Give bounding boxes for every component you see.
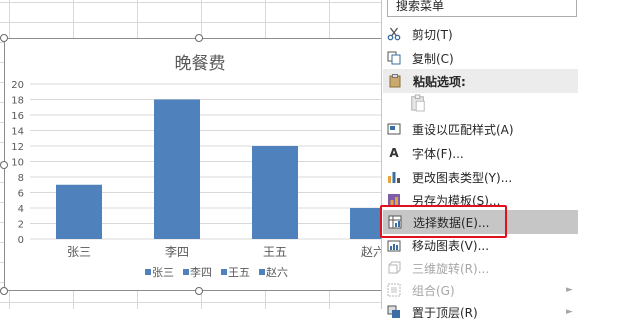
- resize-handle-left[interactable]: [0, 161, 8, 169]
- legend-label: 李四: [190, 265, 212, 279]
- paste-option-keep[interactable]: [382, 89, 579, 117]
- y-tick-label: 4: [18, 204, 24, 215]
- y-tick-label: 16: [11, 111, 24, 122]
- menu-item-label: 重设以匹配样式(A): [412, 122, 514, 137]
- y-tick-label: 2: [18, 220, 24, 231]
- bring-front-icon: [386, 304, 402, 320]
- y-tick-label: 14: [11, 127, 24, 138]
- context-menu: 搜索菜单 剪切(T) 复制(C) 粘贴选项: 重设以匹配样式(A) A 字体(F…: [381, 0, 620, 320]
- menu-item-font[interactable]: A 字体(F)...: [382, 141, 579, 165]
- menu-item-label: 三维旋转(R)...: [412, 261, 490, 276]
- y-tick-label: 20: [11, 80, 24, 91]
- resize-handle-top-left[interactable]: [0, 34, 8, 42]
- menu-item-copy[interactable]: 复制(C): [382, 46, 579, 70]
- y-tick-label: 10: [11, 158, 24, 169]
- legend-label: 王五: [228, 266, 250, 279]
- menu-item-label: 复制(C): [412, 51, 454, 66]
- y-tick-label: 8: [18, 173, 24, 184]
- bar: [56, 184, 102, 239]
- legend-swatch: [183, 269, 189, 275]
- legend-swatch: [259, 269, 265, 275]
- group-icon: [386, 282, 402, 298]
- menu-item-3d-rotation[interactable]: 三维旋转(R)...: [382, 256, 579, 280]
- menu-item-label: 粘贴选项:: [413, 74, 466, 89]
- menu-search-input[interactable]: 搜索菜单: [387, 0, 577, 17]
- bar: [252, 146, 298, 239]
- rotate-3d-icon: [386, 260, 402, 276]
- legend-label: 赵六: [266, 265, 288, 279]
- y-tick-label: 12: [11, 142, 24, 153]
- menu-item-label: 置于顶层(R): [412, 305, 478, 320]
- chart-type-icon: [386, 169, 402, 185]
- menu-item-group[interactable]: 组合(G) ►: [382, 278, 579, 302]
- menu-item-cut[interactable]: 剪切(T): [382, 22, 579, 46]
- legend-label: 张三: [152, 266, 174, 279]
- x-tick-label: 王五: [263, 245, 287, 259]
- move-chart-icon: [386, 237, 402, 253]
- menu-item-change-chart-type[interactable]: 更改图表类型(Y)...: [382, 165, 579, 189]
- font-icon: A: [389, 146, 399, 160]
- chart-area[interactable]: 晚餐费 0 2 4 6 8 10 12 14 16 18 20 张三 李四 王五 赵六 张三 李四 王五 赵六: [4, 38, 397, 292]
- reset-style-icon: [386, 121, 402, 137]
- x-tick-label: 李四: [165, 244, 189, 259]
- submenu-arrow-icon: ►: [566, 285, 573, 295]
- resize-handle-bottom[interactable]: [195, 287, 203, 295]
- y-tick-label: 18: [11, 96, 24, 107]
- resize-handle-bottom-left[interactable]: [0, 287, 8, 295]
- legend-swatch: [221, 269, 227, 275]
- menu-item-label: 移动图表(V)...: [412, 238, 490, 253]
- menu-item-label: 剪切(T): [412, 27, 453, 42]
- y-tick-label: 6: [18, 189, 24, 200]
- menu-item-bring-to-front[interactable]: 置于顶层(R) ►: [382, 300, 579, 324]
- x-tick-label: 张三: [67, 245, 91, 259]
- resize-handle-top[interactable]: [195, 34, 203, 42]
- chart-plot[interactable]: 02468101214161820张三 李四 王五 赵六张三 李四 王五 赵六: [5, 39, 397, 292]
- bar: [154, 99, 200, 239]
- menu-item-label: 更改图表类型(Y)...: [412, 170, 513, 185]
- legend-swatch: [145, 269, 151, 275]
- copy-icon: [386, 50, 402, 66]
- menu-item-reset-style[interactable]: 重设以匹配样式(A): [382, 117, 579, 141]
- scissors-icon: [386, 26, 402, 42]
- menu-item-label: 字体(F)...: [412, 146, 464, 161]
- clipboard-icon: [410, 94, 426, 112]
- menu-item-label: 组合(G): [412, 283, 455, 298]
- paste-icon: [387, 73, 403, 89]
- y-tick-label: 0: [18, 235, 24, 246]
- highlight-annotation-box: [380, 205, 507, 238]
